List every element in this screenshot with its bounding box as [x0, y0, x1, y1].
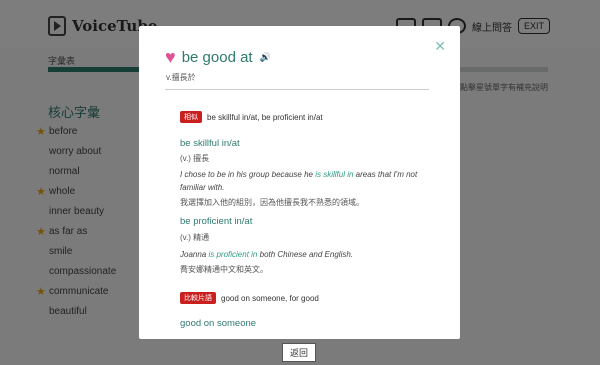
example-text: I chose to be in his group because he [180, 170, 316, 179]
compare-row: 比較片語 good on someone, for good [180, 292, 319, 304]
entry-pos: (v.) 擅長 [180, 154, 210, 163]
similar-text: be skillful in/at, be proficient in/at [207, 112, 323, 122]
speaker-icon[interactable]: 🔊 [260, 52, 271, 63]
similar-tag: 相似 [180, 111, 202, 123]
example-highlight: is proficient in [208, 250, 258, 259]
modal-title-row: ♥ be good at 🔊 [165, 48, 271, 66]
sub-entry-word: good on someone [180, 318, 257, 329]
example-text: Joanna [180, 250, 209, 259]
divider [165, 89, 429, 90]
entry-word: be proficient in/at [180, 216, 253, 227]
word-detail-modal: ✕ ♥ be good at 🔊 v.擅長於 相似 be skillful in… [139, 26, 460, 339]
entry-pos: (v.) 精通 [180, 233, 210, 242]
example-translation: 我選擇加入他的組別，因為他擅長我不熟悉的領域。 [180, 198, 364, 207]
heart-icon[interactable]: ♥ [165, 48, 176, 66]
example-translation: 喬安娜精通中文和英文。 [180, 265, 268, 274]
example-highlight: is skillful in [315, 170, 354, 179]
example-text: both Chinese and English. [257, 250, 354, 259]
example-sentence: Joanna is proficient in both Chinese and… [180, 248, 430, 261]
similar-row: 相似 be skillful in/at, be proficient in/a… [180, 111, 323, 123]
return-button[interactable]: 返回 [282, 343, 317, 362]
part-of-speech: v.擅長於 [166, 73, 196, 82]
example-sentence: I chose to be in his group because he is… [180, 168, 430, 194]
entry-word: be skillful in/at [180, 138, 240, 149]
compare-text: good on someone, for good [221, 293, 319, 303]
compare-tag: 比較片語 [180, 292, 216, 304]
close-icon[interactable]: ✕ [434, 38, 446, 55]
headword: be good at [181, 48, 253, 66]
